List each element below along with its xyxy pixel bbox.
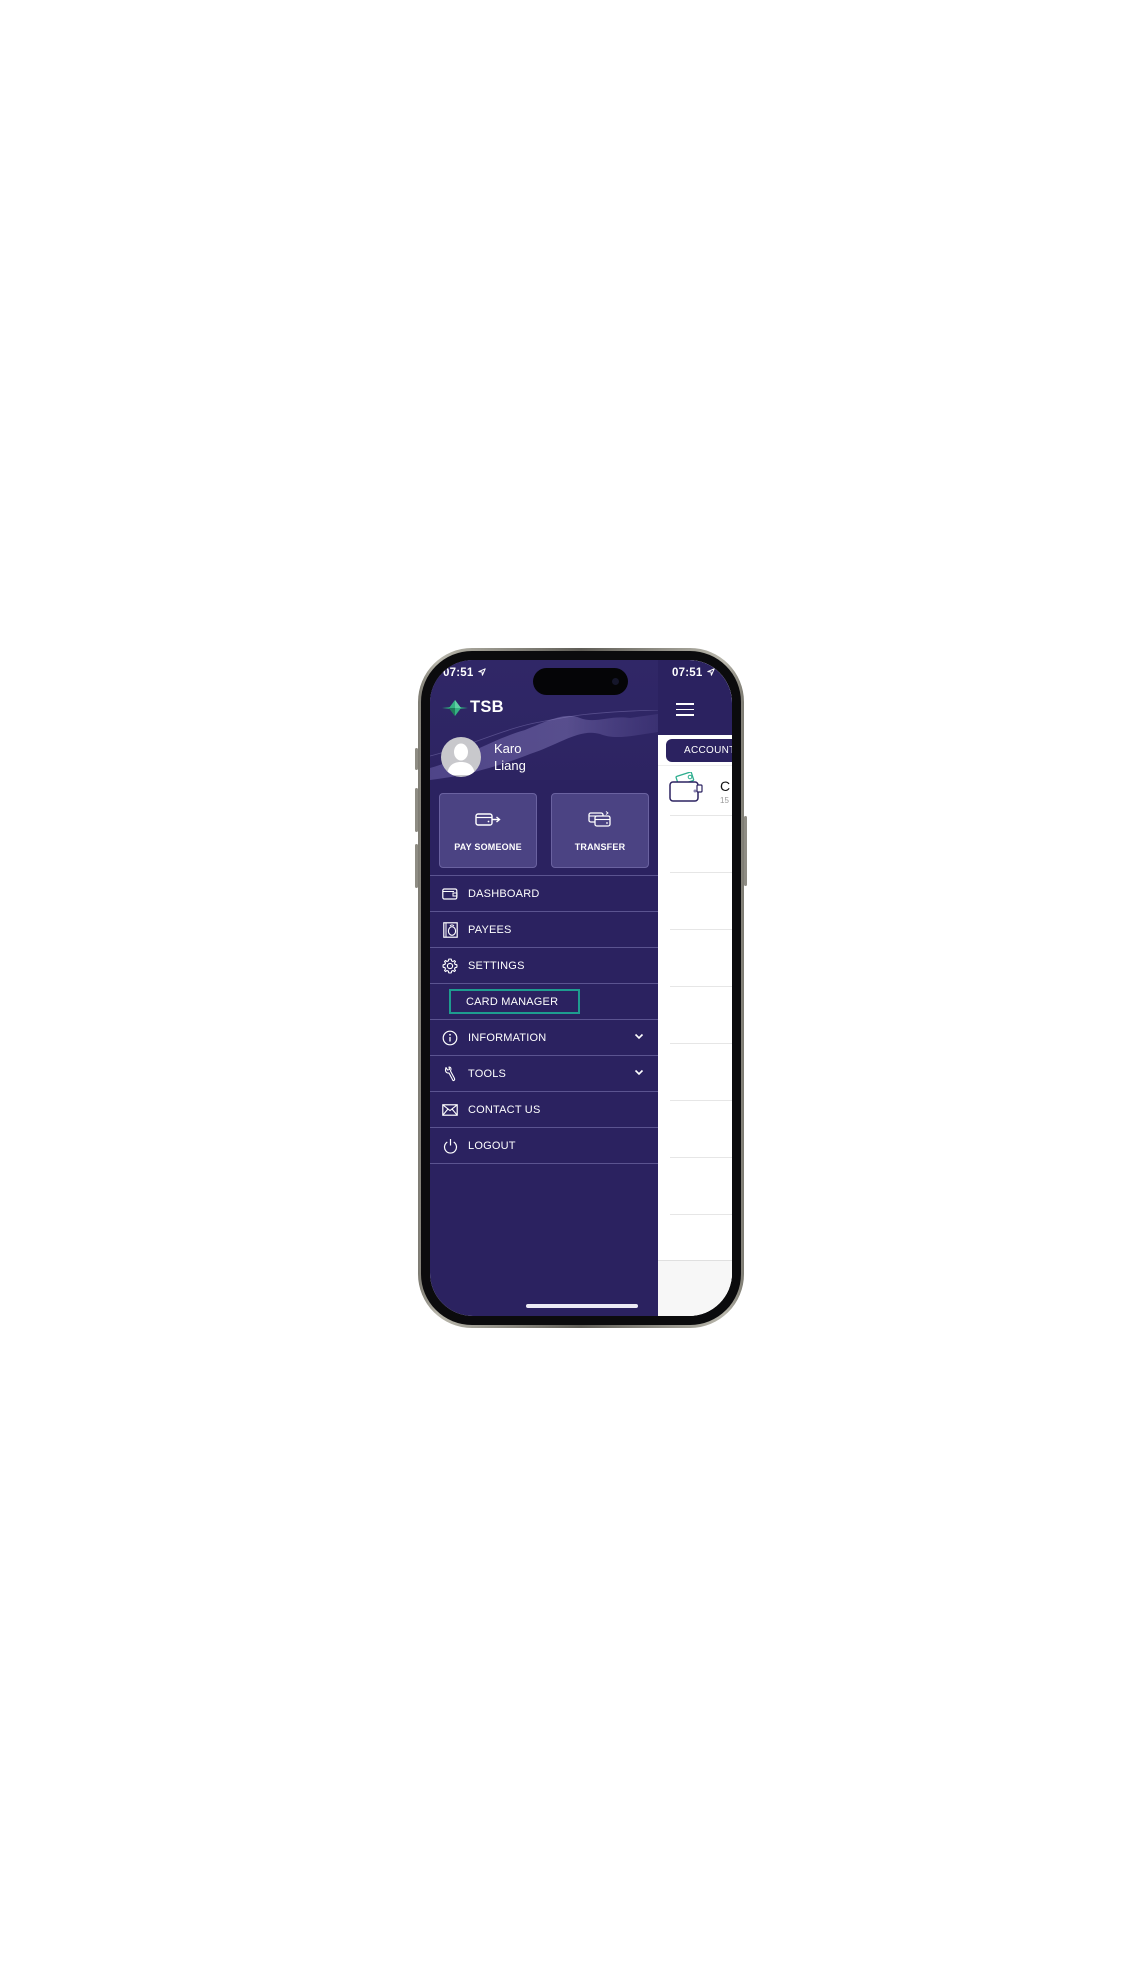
menu-item-tools[interactable]: TOOLS — [430, 1056, 658, 1092]
status-time-text: 07:51 — [672, 667, 703, 679]
account-card[interactable]: C 15 — [658, 765, 732, 815]
volume-up-button — [415, 788, 418, 832]
wallet-icon — [442, 886, 458, 902]
account-title: C — [720, 778, 731, 794]
quick-actions: PAY SOMEONE TRANSFER — [439, 793, 649, 868]
phone-frame: 07:51 ACCOUNTS — [415, 648, 747, 1328]
row-divider — [670, 1100, 732, 1101]
main-content: 07:51 ACCOUNTS — [658, 660, 732, 1316]
user-silhouette-icon — [447, 743, 475, 775]
location-arrow-icon — [478, 668, 486, 676]
menu-item-payees[interactable]: PAYEES — [430, 912, 658, 948]
tsb-diamond-logo-icon — [442, 699, 468, 716]
tsb-logo: TSB — [442, 698, 504, 717]
row-divider — [670, 872, 732, 873]
status-time-left: 07:51 — [443, 667, 486, 679]
row-divider — [670, 1157, 732, 1158]
menu-item-label: DASHBOARD — [468, 887, 540, 900]
transfer-button[interactable]: TRANSFER — [551, 793, 649, 868]
wallet-cash-icon — [669, 772, 703, 802]
front-camera — [612, 678, 619, 685]
profile-last-name: Liang — [494, 758, 526, 773]
chevron-down-icon[interactable] — [634, 1069, 644, 1076]
menu-item-settings[interactable]: SETTINGS — [430, 948, 658, 984]
hamburger-menu-button[interactable] — [676, 703, 694, 720]
card-manager-highlight: CARD MANAGER — [449, 989, 580, 1014]
menu-item-label: SETTINGS — [468, 959, 525, 972]
menu-item-dashboard[interactable]: DASHBOARD — [430, 876, 658, 912]
navigation-drawer: 07:51 TSB Karo Liang PAY SOMEONE TRANSFE… — [430, 660, 658, 1316]
phone-bezel: 07:51 ACCOUNTS — [421, 651, 741, 1325]
tab-accounts[interactable]: ACCOUNTS — [666, 739, 732, 762]
menu-item-label: LOGOUT — [468, 1139, 516, 1152]
menu-item-contact-us[interactable]: CONTACT US — [430, 1092, 658, 1128]
cards-exchange-icon — [588, 811, 611, 827]
user-profile[interactable]: Karo Liang — [441, 737, 526, 777]
hamburger-line — [676, 714, 694, 716]
status-time-text: 07:51 — [443, 667, 474, 679]
power-icon — [442, 1138, 458, 1154]
row-divider — [670, 1214, 732, 1215]
main-header: 07:51 — [658, 660, 732, 735]
logo-text: TSB — [470, 698, 504, 716]
wrench-icon — [442, 1065, 458, 1082]
status-time-right: 07:51 — [672, 667, 715, 679]
menu-item-logout[interactable]: LOGOUT — [430, 1128, 658, 1164]
row-divider — [670, 929, 732, 930]
info-icon — [442, 1030, 458, 1046]
menu-item-label: TOOLS — [468, 1067, 507, 1080]
tab-accounts-label: ACCOUNTS — [684, 745, 732, 756]
row-divider — [670, 1043, 732, 1044]
menu-item-card-manager[interactable]: CARD MANAGER — [430, 984, 658, 1020]
dynamic-island — [533, 668, 628, 695]
hamburger-line — [676, 703, 694, 705]
menu-item-label: CARD MANAGER — [466, 995, 559, 1008]
account-subtitle: 15 — [720, 796, 729, 805]
menu-item-information[interactable]: INFORMATION — [430, 1020, 658, 1056]
menu-item-label: PAYEES — [468, 923, 512, 936]
avatar — [441, 737, 481, 777]
pay-someone-label: PAY SOMEONE — [454, 842, 522, 852]
envelope-icon — [442, 1102, 458, 1118]
card-arrow-right-icon — [475, 813, 501, 826]
action-button — [415, 748, 418, 770]
row-divider — [670, 815, 732, 816]
power-button — [744, 816, 747, 886]
pay-someone-button[interactable]: PAY SOMEONE — [439, 793, 537, 868]
bottom-bar — [658, 1260, 732, 1316]
chevron-down-icon[interactable] — [634, 1033, 644, 1040]
location-arrow-icon — [707, 668, 715, 676]
payee-book-icon — [442, 921, 458, 938]
phone-screen: 07:51 ACCOUNTS — [430, 660, 732, 1316]
profile-first-name: Karo — [494, 741, 522, 756]
hamburger-line — [676, 708, 694, 711]
gear-icon — [442, 957, 458, 974]
row-divider — [670, 986, 732, 987]
menu-item-label: INFORMATION — [468, 1031, 547, 1044]
drawer-menu: DASHBOARD PAYEES SETTINGS CARD MANAGER I… — [430, 875, 658, 1164]
volume-down-button — [415, 844, 418, 888]
home-indicator[interactable] — [526, 1304, 638, 1308]
transfer-label: TRANSFER — [574, 842, 626, 852]
menu-item-label: CONTACT US — [468, 1103, 541, 1116]
profile-name: Karo Liang — [494, 740, 526, 774]
tab-row: ACCOUNTS — [658, 735, 732, 765]
